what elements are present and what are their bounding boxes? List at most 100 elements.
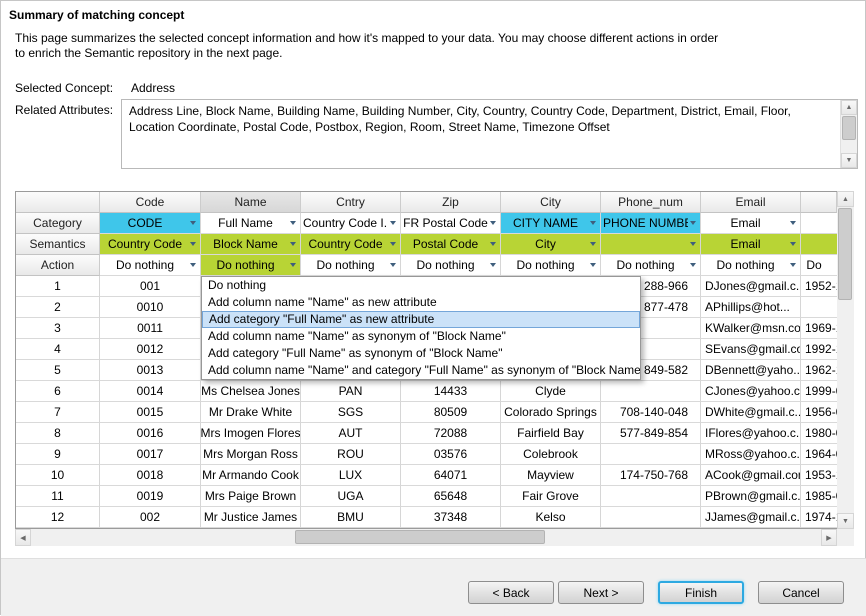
semantics-dropdown-email[interactable]: Email [701,234,801,255]
scrollbar-thumb[interactable] [842,116,856,140]
cell-email: SEvans@gmail.com [701,339,801,360]
row-number: 10 [16,465,100,486]
category-dropdown-code[interactable]: CODE [100,213,201,234]
column-header-email[interactable]: Email [701,192,801,213]
semantics-dropdown-city[interactable]: City [501,234,601,255]
category-value-email: Email [730,216,760,230]
action-value-phone-num: Do nothing [616,258,674,272]
next-button[interactable]: Next > [558,581,644,604]
action-dropdown-zip[interactable]: Do nothing [401,255,501,276]
scroll-left-icon[interactable]: ◀ [15,529,31,546]
semantics-dropdown-phone-num[interactable] [601,234,701,255]
cell-city: Colebrook [501,444,601,465]
chevron-down-icon [690,221,696,225]
cell-phone-num [601,507,701,528]
category-dropdown-phone-num[interactable]: PHONE NUMBER [601,213,701,234]
cell-phone-num [601,444,701,465]
cell-extra: 1964-0 [801,444,837,465]
column-header-rowlabel[interactable] [16,192,100,213]
action-dropdown-cntry[interactable]: Do nothing [301,255,401,276]
chevron-down-icon [390,263,396,267]
row-number: 6 [16,381,100,402]
description-line-2: to enrich the Semantic repository in the… [15,46,835,61]
action-dropdown-email[interactable]: Do nothing [701,255,801,276]
cell-email: IFlores@yahoo.c... [701,423,801,444]
table-vscrollbar[interactable]: ▲ ▼ [837,191,854,529]
category-dropdown-city[interactable]: CITY NAME [501,213,601,234]
cell-code: 0010 [100,297,201,318]
cell-cntry: SGS [301,402,401,423]
related-attributes-scrollbar[interactable]: ▲ ▼ [840,100,857,168]
column-header-extra[interactable] [801,192,837,213]
action-dropdown-extra[interactable]: Do [801,255,837,276]
cell-extra: 1974-1 [801,507,837,528]
menu-item[interactable]: Add category "Full Name" as synonym of "… [202,345,640,362]
scroll-down-icon[interactable]: ▼ [841,153,857,168]
action-dropdown-code[interactable]: Do nothing [100,255,201,276]
column-header-code[interactable]: Code [100,192,201,213]
action-row-label: Action [16,255,100,276]
cell-code: 0017 [100,444,201,465]
description-line-1: This page summarizes the selected concep… [15,31,835,46]
finish-button[interactable]: Finish [658,581,744,604]
semantics-dropdown-cntry[interactable]: Country Code [301,234,401,255]
column-header-city[interactable]: City [501,192,601,213]
category-dropdown-name[interactable]: Full Name [201,213,301,234]
scroll-right-icon[interactable]: ▶ [821,529,837,546]
semantics-row: SemanticsCountry CodeBlock NameCountry C… [16,234,837,255]
cancel-button[interactable]: Cancel [758,581,844,604]
semantics-dropdown-zip[interactable]: Postal Code [401,234,501,255]
chevron-down-icon [490,221,496,225]
category-row: CategoryCODEFull NameCountry Code I...FR… [16,213,837,234]
row-number: 12 [16,507,100,528]
cell-email: DWhite@gmail.c... [701,402,801,423]
category-dropdown-cntry[interactable]: Country Code I... [301,213,401,234]
category-dropdown-zip[interactable]: FR Postal Code [401,213,501,234]
table-hscrollbar[interactable]: ◀ ▶ [15,529,837,546]
semantics-value-city: City [535,237,556,251]
column-header-phone-num[interactable]: Phone_num [601,192,701,213]
vscroll-thumb[interactable] [838,208,852,300]
cell-email: PBrown@gmail.c... [701,486,801,507]
scroll-up-icon[interactable]: ▲ [841,100,857,115]
mapping-table: CodeNameCntryZipCityPhone_numEmailCatego… [15,191,854,547]
action-dropdown-name[interactable]: Do nothing [201,255,301,276]
semantics-dropdown-extra[interactable] [801,234,837,255]
category-value-name: Full Name [218,216,273,230]
scroll-down-icon[interactable]: ▼ [837,513,854,529]
wizard-dialog: Summary of matching concept This page su… [0,0,866,615]
action-dropdown-phone-num[interactable]: Do nothing [601,255,701,276]
menu-item[interactable]: Do nothing [202,277,640,294]
menu-item[interactable]: Add category "Full Name" as new attribut… [202,311,640,328]
scroll-up-icon[interactable]: ▲ [837,191,854,207]
menu-item[interactable]: Add column name "Name" as synonym of "Bl… [202,328,640,345]
chevron-down-icon [290,221,296,225]
chevron-down-icon [190,263,196,267]
back-button[interactable]: < Back [468,581,554,604]
menu-item[interactable]: Add column name "Name" as new attribute [202,294,640,311]
cell-extra: 1953-1 [801,465,837,486]
hscroll-thumb[interactable] [295,530,545,544]
cell-code: 0013 [100,360,201,381]
column-header-name[interactable]: Name [201,192,301,213]
cell-code: 0016 [100,423,201,444]
column-header-cntry[interactable]: Cntry [301,192,401,213]
row-number: 11 [16,486,100,507]
cell-email: APhillips@hot... [701,297,801,318]
semantics-value-zip: Postal Code [413,237,478,251]
column-header-zip[interactable]: Zip [401,192,501,213]
semantics-dropdown-code[interactable]: Country Code [100,234,201,255]
cell-name: Mrs Morgan Ross [201,444,301,465]
action-value-cntry: Do nothing [316,258,374,272]
action-value-extra: Do [806,258,821,272]
cell-city: Fair Grove [501,486,601,507]
table-row: 80016Mrs Imogen FloresAUT72088Fairfield … [16,423,837,444]
cell-phone-num [601,486,701,507]
menu-item[interactable]: Add column name "Name" and category "Ful… [202,362,640,379]
category-dropdown-email[interactable]: Email [701,213,801,234]
semantics-value-email: Email [730,237,760,251]
action-dropdown-city[interactable]: Do nothing [501,255,601,276]
semantics-dropdown-name[interactable]: Block Name [201,234,301,255]
category-dropdown-extra[interactable] [801,213,837,234]
cell-cntry: BMU [301,507,401,528]
